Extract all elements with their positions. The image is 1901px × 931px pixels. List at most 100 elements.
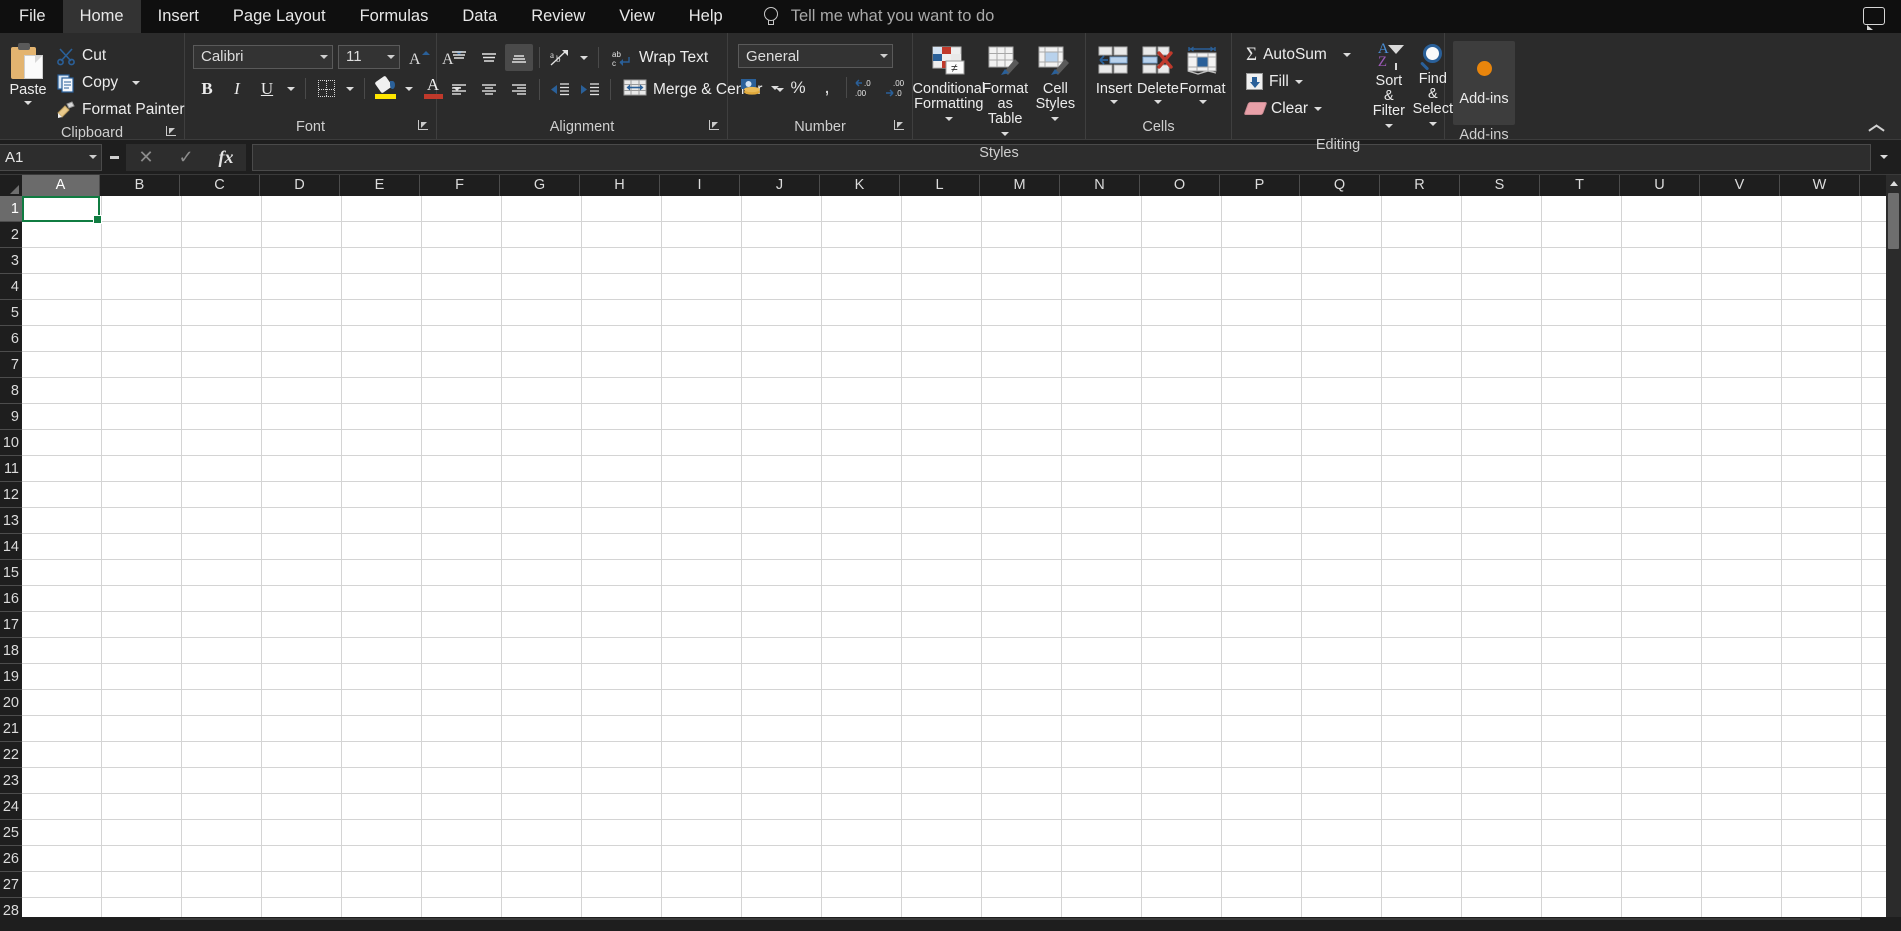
decrease-decimal-button[interactable]: .00 .0 (883, 74, 913, 101)
comment-icon[interactable] (1863, 7, 1885, 30)
column-header-u[interactable]: U (1620, 175, 1700, 196)
column-header-i[interactable]: I (660, 175, 740, 196)
column-header-j[interactable]: J (740, 175, 820, 196)
expand-formula-bar-icon[interactable] (1871, 144, 1897, 171)
column-header-k[interactable]: K (820, 175, 900, 196)
cell-styles-chevron-down-icon[interactable] (1051, 117, 1060, 122)
row-header-4[interactable]: 4 (0, 274, 22, 300)
row-header-6[interactable]: 6 (0, 326, 22, 352)
column-header-p[interactable]: P (1220, 175, 1300, 196)
format-as-table-button[interactable]: Format as Table (979, 43, 1032, 143)
increase-font-size-button[interactable]: A (405, 43, 433, 70)
vertical-scrollbar-thumb[interactable] (1888, 193, 1899, 249)
font-dialog-launcher[interactable] (417, 119, 430, 132)
orientation-chevron-down-icon[interactable] (576, 44, 592, 71)
decrease-indent-button[interactable] (546, 76, 574, 103)
comma-style-button[interactable]: , (813, 74, 841, 101)
sort-filter-chevron-down-icon[interactable] (1384, 124, 1393, 129)
row-header-24[interactable]: 24 (0, 794, 22, 820)
insert-function-button[interactable]: fx (206, 144, 246, 171)
row-header-9[interactable]: 9 (0, 404, 22, 430)
row-header-8[interactable]: 8 (0, 378, 22, 404)
align-bottom-button[interactable] (505, 44, 533, 71)
increase-indent-button[interactable] (576, 76, 604, 103)
cell-styles-button[interactable]: Cell Styles (1032, 43, 1079, 128)
row-header-26[interactable]: 26 (0, 846, 22, 872)
column-header-v[interactable]: V (1700, 175, 1780, 196)
row-header-3[interactable]: 3 (0, 248, 22, 274)
tab-insert[interactable]: Insert (141, 0, 216, 33)
align-middle-button[interactable] (475, 44, 503, 71)
row-header-7[interactable]: 7 (0, 352, 22, 378)
insert-cells-button[interactable]: Insert (1092, 43, 1136, 105)
tab-formulas[interactable]: Formulas (343, 0, 446, 33)
row-header-18[interactable]: 18 (0, 638, 22, 664)
column-header-h[interactable]: H (580, 175, 660, 196)
italic-button[interactable]: I (223, 75, 251, 102)
row-header-15[interactable]: 15 (0, 560, 22, 586)
row-header-22[interactable]: 22 (0, 742, 22, 768)
borders-button[interactable] (312, 75, 340, 102)
format-cells-chevron-down-icon[interactable] (1198, 100, 1207, 104)
clear-button[interactable]: Clear (1240, 95, 1357, 122)
autosum-button[interactable]: Σ AutoSum (1240, 41, 1357, 68)
copy-chevron-down-icon[interactable] (132, 80, 141, 85)
fill-chevron-down-icon[interactable] (1294, 79, 1303, 84)
number-dialog-launcher[interactable] (893, 119, 906, 132)
name-box-overflow-icon[interactable] (102, 144, 126, 171)
row-header-1[interactable]: 1 (0, 196, 22, 222)
scroll-up-icon[interactable] (1886, 175, 1901, 192)
column-header-g[interactable]: G (500, 175, 580, 196)
row-header-20[interactable]: 20 (0, 690, 22, 716)
vertical-scrollbar[interactable] (1886, 175, 1901, 929)
tell-me-search[interactable]: Tell me what you want to do (740, 0, 994, 33)
align-right-button[interactable] (505, 76, 533, 103)
column-header-o[interactable]: O (1140, 175, 1220, 196)
column-header-n[interactable]: N (1060, 175, 1140, 196)
column-header-b[interactable]: B (100, 175, 180, 196)
row-header-2[interactable]: 2 (0, 222, 22, 248)
find-select-chevron-down-icon[interactable] (1428, 122, 1437, 127)
underline-chevron-down-icon[interactable] (283, 75, 299, 102)
tab-home[interactable]: Home (62, 0, 141, 33)
tab-file[interactable]: File (2, 0, 63, 33)
fill-button[interactable]: Fill (1240, 68, 1357, 95)
align-center-button[interactable] (475, 76, 503, 103)
cut-button[interactable]: Cut (50, 42, 191, 69)
column-header-a[interactable]: A (22, 175, 100, 196)
row-header-19[interactable]: 19 (0, 664, 22, 690)
underline-button[interactable]: U (253, 75, 281, 102)
align-left-button[interactable] (445, 76, 473, 103)
percent-style-button[interactable]: % (784, 74, 812, 101)
delete-cells-chevron-down-icon[interactable] (1154, 100, 1162, 104)
wrap-text-button[interactable]: ab c Wrap Text (605, 44, 714, 71)
row-header-25[interactable]: 25 (0, 820, 22, 846)
align-top-button[interactable] (445, 44, 473, 71)
conditional-formatting-button[interactable]: ≠ Conditional Formatting (913, 43, 985, 128)
row-header-17[interactable]: 17 (0, 612, 22, 638)
font-size-combo[interactable]: 11 (338, 44, 400, 69)
number-format-combo[interactable]: General (738, 44, 893, 68)
row-header-27[interactable]: 27 (0, 872, 22, 898)
accounting-chevron-down-icon[interactable] (767, 74, 783, 101)
accounting-format-button[interactable] (738, 74, 766, 101)
tab-data[interactable]: Data (445, 0, 514, 33)
addins-button[interactable]: Add-ins (1453, 41, 1515, 125)
row-header-10[interactable]: 10 (0, 430, 22, 456)
font-name-combo[interactable]: Calibri (193, 44, 333, 69)
column-header-l[interactable]: L (900, 175, 980, 196)
tab-help[interactable]: Help (672, 0, 740, 33)
orientation-button[interactable]: a b (546, 44, 574, 71)
name-box[interactable]: A1 (0, 143, 102, 171)
fill-color-chevron-down-icon[interactable] (401, 75, 417, 102)
format-as-table-chevron-down-icon[interactable] (1001, 132, 1010, 137)
alignment-dialog-launcher[interactable] (708, 119, 721, 132)
horizontal-scrollbar-thumb[interactable] (160, 918, 1860, 927)
cancel-formula-button[interactable]: ✕ (126, 144, 166, 171)
tab-page-layout[interactable]: Page Layout (216, 0, 343, 33)
cell-grid[interactable] (22, 196, 1901, 929)
column-header-t[interactable]: T (1540, 175, 1620, 196)
conditional-formatting-chevron-down-icon[interactable] (944, 117, 953, 122)
row-header-21[interactable]: 21 (0, 716, 22, 742)
tab-view[interactable]: View (602, 0, 671, 33)
